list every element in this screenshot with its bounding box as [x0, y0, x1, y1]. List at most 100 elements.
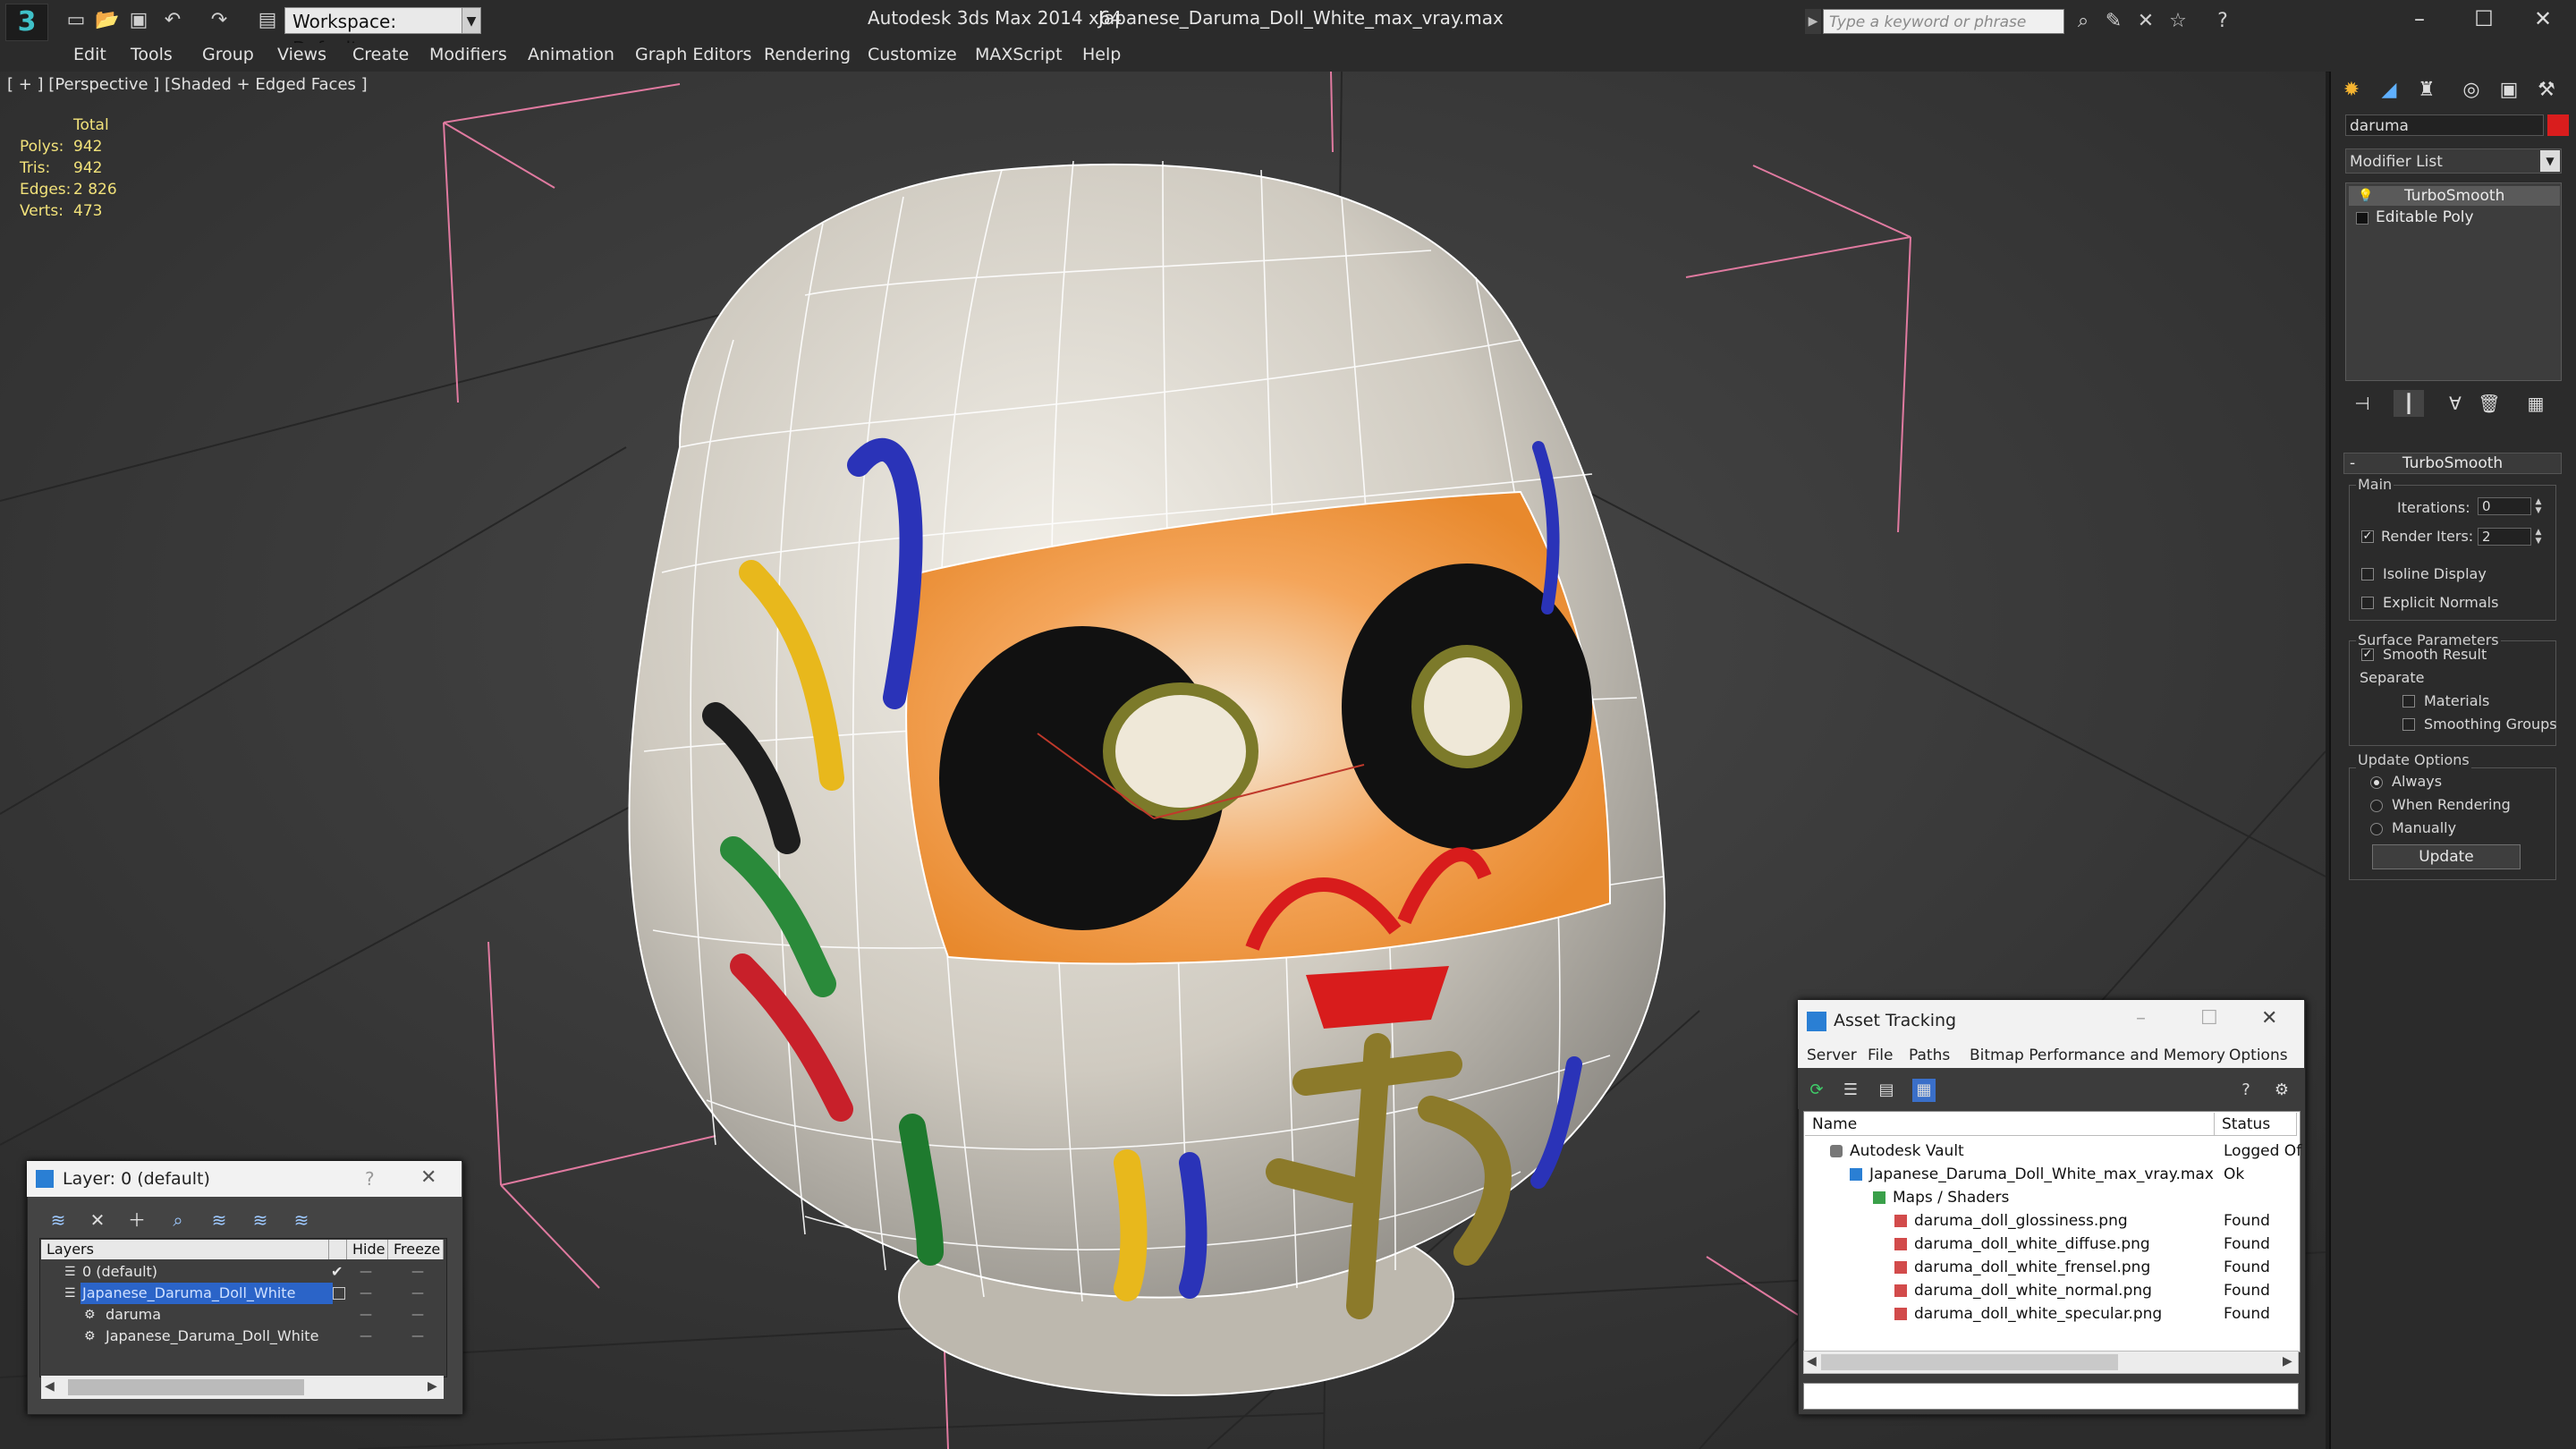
- save-file-icon[interactable]: ▣: [127, 9, 150, 32]
- create-tab-icon[interactable]: ✹: [2336, 75, 2367, 106]
- layer-row[interactable]: ☰ 0 (default) ✔ — —: [41, 1261, 444, 1283]
- asset-row[interactable]: Autodesk Vault Logged Of: [1805, 1140, 2301, 1163]
- add-to-layer-icon[interactable]: ＋: [123, 1208, 150, 1233]
- make-unique-icon[interactable]: ∀: [2440, 390, 2470, 417]
- object-color-swatch[interactable]: [2547, 114, 2569, 136]
- column-layers[interactable]: Layers: [41, 1240, 329, 1259]
- pin-stack-icon[interactable]: ⊣: [2347, 390, 2377, 417]
- scroll-thumb[interactable]: [68, 1379, 304, 1395]
- viewport-label[interactable]: [ + ] [Perspective ] [Shaded + Edged Fac…: [7, 75, 368, 94]
- set-current-box-icon[interactable]: [333, 1287, 345, 1300]
- menu-views[interactable]: Views: [277, 45, 326, 64]
- search-input[interactable]: Type a keyword or phrase: [1823, 9, 2064, 34]
- maximize-button[interactable]: ☐: [2453, 0, 2515, 38]
- asset-row[interactable]: Japanese_Daruma_Doll_White_max_vray.max …: [1805, 1163, 2297, 1186]
- column-name[interactable]: Name: [1805, 1113, 2215, 1136]
- render-iters-checkbox[interactable]: ✓: [2361, 530, 2374, 543]
- explicit-normals-checkbox[interactable]: [2361, 597, 2374, 609]
- vault-help-icon[interactable]: ?: [2234, 1079, 2258, 1102]
- stack-item-turbosmooth[interactable]: 💡 TurboSmooth: [2349, 186, 2560, 206]
- table-view-icon[interactable]: ▦: [1912, 1079, 1936, 1102]
- hide-all-layers-icon[interactable]: ≋: [247, 1208, 274, 1233]
- column-status[interactable]: Status: [2215, 1113, 2297, 1136]
- help-icon[interactable]: ?: [365, 1168, 375, 1190]
- smoothing-groups-checkbox[interactable]: [2402, 718, 2415, 731]
- remove-modifier-icon[interactable]: 🗑: [2474, 390, 2504, 417]
- column-freeze[interactable]: Freeze: [388, 1240, 444, 1259]
- current-layer-check-icon[interactable]: ✔: [331, 1261, 343, 1283]
- menu-animation[interactable]: Animation: [528, 45, 614, 64]
- open-file-icon[interactable]: 📂: [95, 9, 119, 32]
- column-hide[interactable]: Hide: [347, 1240, 388, 1259]
- when-rendering-radio[interactable]: [2370, 800, 2383, 812]
- close-icon[interactable]: ✕: [2261, 1007, 2277, 1030]
- minimize-button[interactable]: –: [2136, 1007, 2146, 1030]
- materials-checkbox[interactable]: [2402, 695, 2415, 708]
- layer-dialog-titlebar[interactable]: Layer: 0 (default) ? ✕: [27, 1161, 462, 1197]
- turbosmooth-rollout-header[interactable]: - TurboSmooth: [2343, 453, 2562, 474]
- modifier-list-arrow-icon[interactable]: ▼: [2540, 150, 2560, 172]
- menu-rendering[interactable]: Rendering: [764, 45, 851, 64]
- freeze-toggle[interactable]: —: [411, 1304, 424, 1326]
- update-button[interactable]: Update: [2372, 844, 2521, 869]
- scroll-left-icon[interactable]: ◀: [1807, 1354, 1817, 1368]
- maximize-button[interactable]: ☐: [2200, 1007, 2218, 1030]
- menu-graph-editors[interactable]: Graph Editors: [635, 45, 751, 64]
- menu-server[interactable]: Server: [1807, 1046, 1857, 1064]
- search-expand-icon[interactable]: ▶: [1805, 9, 1821, 34]
- asset-row[interactable]: daruma_doll_white_diffuse.png Found: [1805, 1233, 2297, 1256]
- asset-row[interactable]: daruma_doll_glossiness.png Found: [1805, 1209, 2297, 1233]
- iterations-spinner-arrows-icon[interactable]: ▲ ▼: [2533, 497, 2544, 515]
- expand-plus-icon[interactable]: [2356, 212, 2368, 225]
- workspace-dropdown-arrow-icon[interactable]: ▼: [462, 7, 481, 34]
- hide-toggle[interactable]: —: [360, 1283, 372, 1304]
- freeze-all-layers-icon[interactable]: ≋: [288, 1208, 315, 1233]
- scroll-thumb[interactable]: [1821, 1354, 2118, 1370]
- delete-layer-icon[interactable]: ✕: [84, 1208, 111, 1233]
- asset-row[interactable]: Maps / Shaders: [1805, 1186, 2297, 1209]
- refresh-icon[interactable]: ⟳: [1805, 1079, 1828, 1102]
- favorites-icon[interactable]: ☆: [2165, 9, 2191, 34]
- binoculars-icon[interactable]: ⌕: [2070, 9, 2097, 34]
- stack-item-editable-poly[interactable]: Editable Poly: [2349, 208, 2560, 227]
- project-folder-icon[interactable]: ▤: [256, 9, 279, 32]
- collapse-minus-icon[interactable]: -: [2350, 453, 2355, 473]
- layer-row[interactable]: ☰ Japanese_Daruma_Doll_White — —: [41, 1283, 444, 1304]
- detail-view-icon[interactable]: ▤: [1875, 1079, 1898, 1102]
- workspace-dropdown[interactable]: Workspace: Default: [284, 7, 463, 59]
- scroll-right-icon[interactable]: ▶: [2283, 1354, 2292, 1368]
- menu-paths[interactable]: Paths: [1909, 1046, 1950, 1064]
- create-new-layer-icon[interactable]: ≋: [45, 1208, 72, 1233]
- help-icon[interactable]: ?: [2209, 9, 2236, 34]
- smooth-result-checkbox[interactable]: ✓: [2361, 648, 2374, 661]
- vault-settings-icon[interactable]: ⚙: [2270, 1079, 2293, 1102]
- menu-bitmap-performance[interactable]: Bitmap Performance and Memory: [1970, 1046, 2225, 1064]
- redo-icon[interactable]: ↷: [208, 9, 231, 32]
- new-file-icon[interactable]: ▭: [64, 9, 88, 32]
- scroll-right-icon[interactable]: ▶: [428, 1379, 437, 1394]
- hide-toggle[interactable]: —: [360, 1326, 372, 1347]
- asset-row[interactable]: daruma_doll_white_frensel.png Found: [1805, 1256, 2297, 1279]
- menu-file[interactable]: File: [1868, 1046, 1893, 1064]
- modify-tab-icon[interactable]: ◢: [2374, 75, 2404, 106]
- render-iters-spinner[interactable]: 2: [2478, 528, 2531, 546]
- select-in-layer-icon[interactable]: ⌕: [165, 1208, 191, 1233]
- freeze-toggle[interactable]: —: [411, 1283, 424, 1304]
- close-icon[interactable]: ✕: [420, 1166, 436, 1189]
- menu-maxscript[interactable]: MAXScript: [975, 45, 1063, 64]
- display-tab-icon[interactable]: ▣: [2494, 75, 2524, 106]
- always-radio[interactable]: [2370, 776, 2383, 789]
- menu-customize[interactable]: Customize: [868, 45, 957, 64]
- list-view-icon[interactable]: ☰: [1839, 1079, 1862, 1102]
- menu-edit[interactable]: Edit: [73, 45, 106, 64]
- menu-help[interactable]: Help: [1082, 45, 1121, 64]
- undo-icon[interactable]: ↶: [161, 9, 184, 32]
- freeze-toggle[interactable]: —: [411, 1261, 424, 1283]
- configure-modifier-sets-icon[interactable]: ▦: [2521, 390, 2551, 417]
- hide-toggle[interactable]: —: [360, 1304, 372, 1326]
- menu-group[interactable]: Group: [202, 45, 254, 64]
- asset-row[interactable]: daruma_doll_white_normal.png Found: [1805, 1279, 2297, 1302]
- hierarchy-tab-icon[interactable]: ♜: [2411, 75, 2442, 106]
- highlight-layer-icon[interactable]: ≋: [206, 1208, 233, 1233]
- modifier-list-dropdown[interactable]: Modifier List: [2345, 148, 2562, 174]
